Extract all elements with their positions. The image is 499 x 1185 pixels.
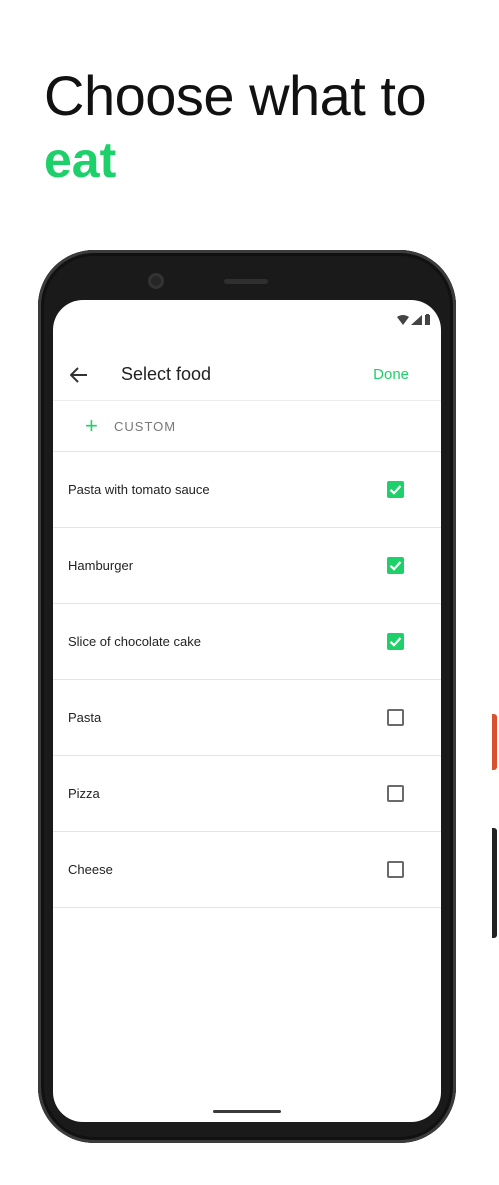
- screen-title: Select food: [121, 364, 212, 384]
- power-button: [492, 714, 497, 770]
- food-checkbox[interactable]: [387, 557, 404, 574]
- arrow-back-icon: [70, 367, 87, 383]
- gesture-nav-handle[interactable]: [213, 1110, 281, 1113]
- food-row[interactable]: Pasta: [53, 680, 441, 756]
- food-row[interactable]: Pasta with tomato sauce: [53, 452, 441, 528]
- checkmark-icon: [389, 561, 402, 571]
- phone-screen: Select food Done + CUSTOM Pasta with tom…: [53, 300, 441, 1122]
- food-row[interactable]: Pizza: [53, 756, 441, 832]
- volume-button: [492, 828, 497, 938]
- food-list: Pasta with tomato sauce Hamburger Slice of…: [53, 452, 441, 908]
- food-label: Slice of chocolate cake: [68, 634, 201, 649]
- food-checkbox[interactable]: [387, 709, 404, 726]
- food-checkbox[interactable]: [387, 481, 404, 498]
- custom-label: CUSTOM: [114, 419, 177, 434]
- camera-icon: [148, 273, 164, 289]
- food-row[interactable]: Cheese: [53, 832, 441, 908]
- food-label: Hamburger: [68, 558, 134, 573]
- food-label: Pasta with tomato sauce: [68, 482, 210, 497]
- add-custom-button[interactable]: + CUSTOM: [53, 401, 441, 452]
- checkmark-icon: [389, 485, 402, 495]
- food-row[interactable]: Hamburger: [53, 528, 441, 604]
- app-bar: Select food Done: [53, 350, 441, 401]
- checkmark-icon: [389, 637, 402, 647]
- food-checkbox[interactable]: [387, 633, 404, 650]
- headline-line1: Choose what to: [44, 64, 427, 127]
- plus-icon: +: [85, 413, 98, 438]
- headline-line2: eat: [44, 132, 117, 188]
- food-label: Cheese: [68, 862, 113, 877]
- food-label: Pasta: [68, 710, 102, 725]
- battery-icon: [425, 314, 430, 325]
- signal-icon: [411, 314, 422, 325]
- food-row[interactable]: Slice of chocolate cake: [53, 604, 441, 680]
- done-button[interactable]: Done: [373, 366, 409, 383]
- food-checkbox[interactable]: [387, 785, 404, 802]
- food-label: Pizza: [68, 786, 100, 801]
- speaker-grille: [224, 279, 268, 284]
- phone-frame: Select food Done + CUSTOM Pasta with tom…: [38, 250, 497, 1143]
- food-checkbox[interactable]: [387, 861, 404, 878]
- wifi-icon: [397, 314, 409, 325]
- headline: Choose what to eat: [44, 62, 427, 190]
- status-bar: [397, 314, 431, 325]
- back-button[interactable]: [67, 363, 91, 387]
